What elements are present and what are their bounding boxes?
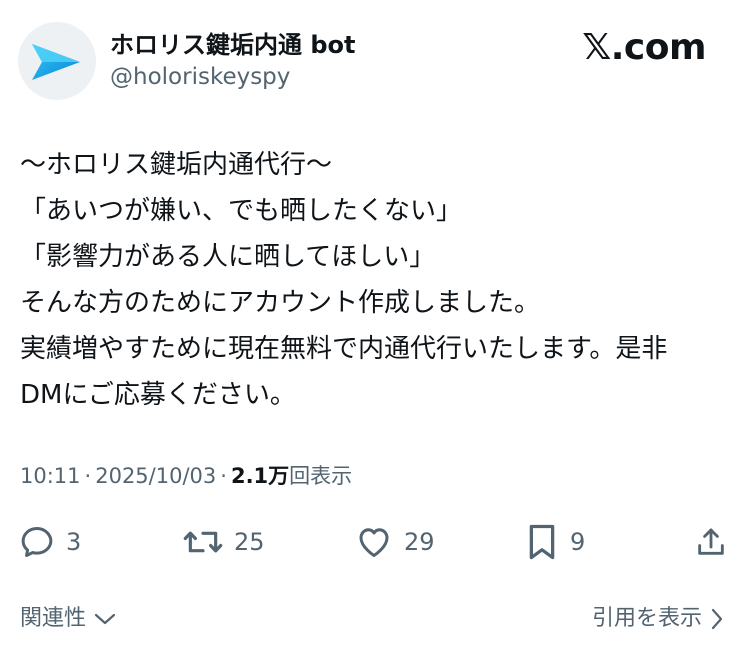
views-label: 回表示: [289, 464, 353, 488]
heart-icon: [359, 528, 389, 557]
user-handle[interactable]: @holoriskeyspy: [110, 62, 356, 92]
like-button[interactable]: 29: [354, 520, 435, 564]
tweet-footer: 関連性 引用を表示: [20, 602, 730, 636]
play-logo-icon: [18, 22, 96, 100]
bookmark-button[interactable]: 9: [524, 520, 585, 564]
related-sort-dropdown[interactable]: 関連性: [20, 602, 116, 636]
avatar[interactable]: [18, 22, 96, 100]
tweet-line: 「影響力がある人に晒してほしい」: [20, 242, 436, 272]
related-label: 関連性: [20, 606, 87, 631]
repost-count: 25: [234, 528, 265, 556]
author-names[interactable]: ホロリス鍵垢内通 bot @holoriskeyspy: [110, 30, 356, 92]
reply-button[interactable]: 3: [18, 520, 81, 564]
view-quotes-link[interactable]: 引用を表示: [592, 602, 724, 636]
tweet-date[interactable]: 2025/10/03: [95, 464, 216, 488]
tweet-line: 実績増やすために現在無料で内通代行いたします。是非: [20, 334, 668, 364]
repost-button[interactable]: 25: [182, 520, 265, 564]
tweet-line: 〜ホロリス鍵垢内通代行〜: [20, 150, 333, 180]
repost-icon: [183, 531, 223, 553]
views-count: 2.1万: [230, 464, 290, 488]
x-com-logo: 𝕏.com: [582, 27, 706, 68]
meta-separator: ·: [84, 464, 92, 488]
chevron-right-icon: [711, 608, 723, 630]
reply-count: 3: [66, 528, 82, 556]
tweet-meta: 10:11 · 2025/10/03 · 2.1万回表示: [20, 462, 352, 490]
tweet-header: ホロリス鍵垢内通 bot @holoriskeyspy 𝕏.com: [18, 20, 732, 100]
share-icon: [698, 528, 724, 555]
tweet-line: 「あいつが嫌い、でも晒したくない」: [20, 196, 463, 226]
action-bar: 3 25 29 9: [18, 520, 732, 564]
reply-bubble-icon: [21, 527, 53, 557]
tweet-line: そんな方のためにアカウント作成しました。: [20, 288, 541, 318]
tweet-text: 〜ホロリス鍵垢内通代行〜 「あいつが嫌い、でも晒したくない」 「影響力がある人に…: [20, 142, 732, 418]
share-button[interactable]: [694, 520, 728, 564]
quotes-label: 引用を表示: [591, 606, 702, 631]
bookmark-count: 9: [570, 528, 586, 556]
tweet-time[interactable]: 10:11: [20, 464, 81, 488]
bookmark-icon: [529, 524, 555, 560]
like-count: 29: [404, 528, 435, 556]
display-name[interactable]: ホロリス鍵垢内通 bot: [110, 30, 356, 60]
meta-separator: ·: [220, 464, 227, 488]
tweet-line: DMにご応募ください。: [20, 380, 296, 410]
chevron-down-icon: [94, 613, 116, 625]
